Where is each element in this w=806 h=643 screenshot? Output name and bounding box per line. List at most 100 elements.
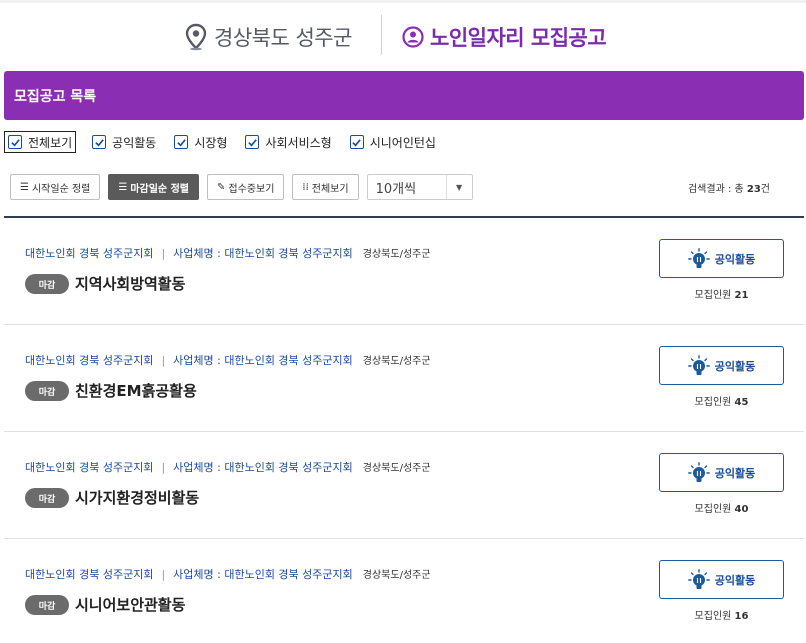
title-heading: 노인일자리 모집공고 [402, 20, 607, 54]
page-header: 경상북도 성주군 노인일자리 모집공고 [0, 3, 806, 67]
chevron-down-icon[interactable]: ▼ [445, 175, 472, 199]
item-business: 사업체명 : 대한노인회 경북 성주군지회 [173, 247, 353, 260]
item-location: 경상북도/성주군 [362, 356, 431, 367]
filter-label: 시장형 [194, 135, 228, 150]
item-business: 사업체명 : 대한노인회 경북 성주군지회 [173, 461, 353, 474]
button-label: 마감일순 정렬 [130, 183, 190, 195]
item-location: 경상북도/성주군 [362, 249, 431, 260]
grid-icon: ⁞⁞ [302, 181, 309, 193]
recruit-count: 모집인원 21 [659, 286, 784, 301]
item-separator: | [161, 568, 166, 581]
filter-market[interactable]: 시장형 [172, 131, 229, 153]
checkbox[interactable] [92, 135, 107, 149]
lightbulb-icon [687, 247, 710, 268]
person-circle-icon [402, 26, 424, 48]
item-org: 대한노인회 경북 성주군지회 [25, 354, 154, 367]
status-badge: 마감 [25, 381, 69, 401]
view-accepting-button[interactable]: ✎ 접수중보기 [207, 174, 285, 200]
category-button[interactable]: 공익활동 [659, 560, 784, 599]
filter-all[interactable]: 전체보기 [4, 131, 77, 153]
check-icon [10, 138, 20, 146]
item-location: 경상북도/성주군 [362, 570, 431, 581]
item-separator: | [161, 461, 166, 474]
item-title[interactable]: 지역사회방역활동 [75, 274, 185, 294]
item-business: 사업체명 : 대한노인회 경북 성주군지회 [173, 354, 353, 367]
list-item[interactable]: 대한노인회 경북 성주군지회 | 사업체명 : 대한노인회 경북 성주군지회 경상북도… [4, 432, 804, 539]
item-location: 경상북도/성주군 [362, 463, 431, 474]
item-title[interactable]: 시가지환경정비활동 [75, 488, 199, 508]
category-label: 공익활동 [714, 252, 756, 266]
result-prefix: 검색결과 : 총 [687, 184, 747, 195]
recruit-number: 45 [734, 397, 749, 408]
filter-public-service[interactable]: 공익활동 [90, 131, 158, 153]
list-item[interactable]: 대한노인회 경북 성주군지회 | 사업체명 : 대한노인회 경북 성주군지회 경상북도… [4, 218, 804, 325]
filter-label: 공익활동 [112, 135, 157, 150]
recruit-label: 모집인원 [694, 611, 735, 622]
item-meta: 대한노인회 경북 성주군지회 | 사업체명 : 대한노인회 경북 성주군지회 경상북도… [25, 245, 431, 261]
recruit-count: 모집인원 45 [659, 393, 784, 408]
item-separator: | [161, 354, 166, 367]
page-title: 노인일자리 모집공고 [430, 26, 607, 50]
list-bar: 모집공고 목록 [4, 71, 804, 120]
header-divider [381, 15, 382, 55]
result-suffix: 건 [760, 184, 770, 195]
recruit-label: 모집인원 [694, 290, 735, 301]
item-org: 대한노인회 경북 성주군지회 [25, 247, 154, 260]
lightbulb-icon [687, 461, 710, 482]
checkbox[interactable] [349, 135, 364, 149]
category-button[interactable]: 공익활동 [659, 346, 784, 385]
region-heading: 경상북도 성주군 [184, 20, 352, 54]
checkbox[interactable] [174, 135, 189, 149]
recruit-label: 모집인원 [694, 397, 735, 408]
item-meta: 대한노인회 경북 성주군지회 | 사업체명 : 대한노인회 경북 성주군지회 경상북도… [25, 352, 431, 368]
category-label: 공익활동 [714, 573, 756, 587]
check-icon [94, 138, 104, 146]
location-pin-icon [185, 23, 207, 51]
item-title[interactable]: 친환경EM흙공활용 [75, 381, 197, 401]
pencil-icon: ✎ [217, 181, 226, 193]
view-all-button[interactable]: ⁞⁞ 전체보기 [292, 174, 359, 200]
item-title[interactable]: 시니어보안관활동 [75, 595, 185, 615]
checkbox[interactable] [245, 135, 260, 149]
filter-social-service[interactable]: 사회서비스형 [243, 131, 333, 153]
item-org: 대한노인회 경북 성주군지회 [25, 461, 154, 474]
check-icon [177, 138, 186, 146]
item-business: 사업체명 : 대한노인회 경북 성주군지회 [173, 568, 353, 581]
list-icon: ☰ [20, 181, 29, 193]
status-badge: 마감 [25, 595, 69, 615]
list-item[interactable]: 대한노인회 경북 성주군지회 | 사업체명 : 대한노인회 경북 성주군지회 경상북도… [4, 325, 804, 432]
list-bar-title: 모집공고 목록 [14, 89, 97, 105]
category-filters: 전체보기 공익활동 시장형 사회서비스형 시니어인턴십 [4, 130, 452, 154]
check-icon [248, 138, 257, 146]
category-button[interactable]: 공익활동 [659, 239, 784, 278]
recruit-count: 모집인원 40 [659, 500, 784, 515]
status-badge: 마감 [25, 488, 69, 508]
category-label: 공익활동 [714, 359, 756, 373]
search-result-count: 검색결과 : 총 23건 [688, 180, 770, 195]
filter-label: 전체보기 [28, 135, 73, 150]
item-meta: 대한노인회 경북 성주군지회 | 사업체명 : 대한노인회 경북 성주군지회 경상북도… [25, 566, 431, 582]
checkbox[interactable] [8, 135, 22, 149]
filter-label: 사회서비스형 [265, 135, 332, 150]
sort-deadline-button[interactable]: ☰ 마감일순 정렬 [108, 174, 200, 200]
recruit-number: 40 [734, 504, 749, 515]
sort-start-date-button[interactable]: ☰ 시작일순 정렬 [10, 174, 101, 200]
item-separator: | [161, 247, 166, 260]
check-icon [352, 138, 362, 146]
lightbulb-icon [687, 568, 710, 589]
button-label: 전체보기 [311, 183, 349, 195]
page-size-value: 10개씩 [375, 181, 417, 197]
result-count: 23 [746, 184, 761, 195]
category-label: 공익활동 [714, 466, 756, 480]
button-label: 시작일순 정렬 [31, 183, 91, 195]
button-label: 접수중보기 [228, 183, 275, 195]
list-item[interactable]: 대한노인회 경북 성주군지회 | 사업체명 : 대한노인회 경북 성주군지회 경상북도… [4, 539, 804, 643]
recruit-number: 16 [734, 611, 749, 622]
category-button[interactable]: 공익활동 [659, 453, 784, 492]
page-size-select[interactable]: 10개씩 ▼ [366, 174, 473, 200]
filter-label: 시니어인턴십 [369, 135, 436, 150]
item-org: 대한노인회 경북 성주군지회 [25, 568, 154, 581]
recruit-label: 모집인원 [694, 504, 735, 515]
recruit-count: 모집인원 16 [659, 607, 784, 622]
filter-senior-intern[interactable]: 시니어인턴십 [348, 131, 438, 153]
